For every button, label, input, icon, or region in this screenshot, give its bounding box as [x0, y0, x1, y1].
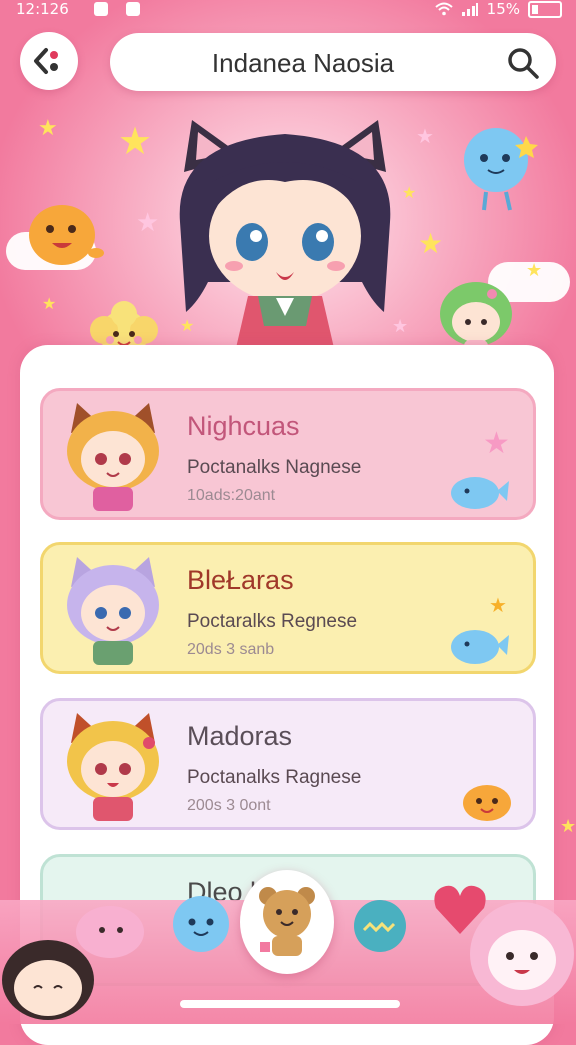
flower-creature-icon [470, 902, 574, 1006]
star-icon: ★ [489, 593, 507, 617]
star-icon: ★ [38, 116, 58, 141]
star-icon: ★ [526, 260, 543, 281]
item-subtitle: Poctanalks Ragnese [187, 767, 362, 788]
item-subtitle: Poctaralks Regnese [187, 611, 358, 632]
avatar [67, 403, 159, 511]
bear-mascot-icon [259, 887, 315, 956]
item-meta: 10ads:20ant [187, 487, 276, 504]
blue-mascot-icon [173, 896, 229, 952]
signal-icon [461, 3, 478, 16]
orange-mascot-icon [463, 785, 511, 821]
item-name: Madoras [187, 721, 293, 751]
search-bar[interactable]: Indanea Naosia [110, 33, 556, 91]
item-subtitle: Poctanalks Nagnese [187, 457, 362, 478]
avatar [67, 713, 159, 821]
teal-mascot-icon [354, 900, 406, 952]
notification-icon [94, 2, 108, 16]
status-time: 12:126 [16, 0, 69, 18]
star-icon: ★ [560, 816, 576, 837]
home-indicator[interactable] [180, 1000, 400, 1008]
avatar [67, 557, 159, 665]
list-item[interactable]: BleŁaras Poctaralks Regnese 20ds 3 sanb … [40, 542, 536, 674]
whale-icon [451, 630, 509, 664]
search-icon[interactable] [506, 46, 540, 80]
star-icon: ★ [402, 183, 417, 202]
notification-icon [126, 2, 140, 16]
item-name: BleŁaras [187, 565, 294, 595]
status-bar: 12:126 15% [0, 0, 576, 22]
status-right: 15% [434, 0, 562, 18]
star-icon: ★ [483, 426, 510, 461]
back-button[interactable] [20, 32, 78, 90]
item-meta: 200s 3 0ont [187, 797, 271, 814]
star-icon: ★ [42, 294, 57, 313]
blue-mascot-icon [464, 128, 538, 211]
item-meta: 20ds 3 sanb [187, 641, 275, 658]
star-icon: ★ [118, 119, 153, 163]
main-character-illustration [179, 120, 391, 373]
battery-percent: 15% [486, 0, 520, 18]
brown-hair-chibi-icon [2, 906, 144, 1020]
list-item[interactable]: Nighcuas Poctanalks Nagnese 10ads:20ant … [40, 388, 536, 520]
list-item[interactable]: Madoras Poctanalks Ragnese 200s 3 0ont [40, 698, 536, 830]
orange-mascot-icon [29, 205, 104, 265]
star-icon: ★ [418, 227, 444, 260]
back-arrow-icon [34, 48, 58, 74]
item-name: Nighcuas [187, 411, 300, 441]
star-icon: ★ [416, 124, 434, 148]
wifi-icon [434, 2, 453, 16]
center-action-button[interactable] [240, 870, 334, 974]
page-title: Indanea Naosia [211, 48, 395, 78]
battery-icon [528, 0, 562, 18]
star-icon: ★ [136, 208, 160, 238]
whale-icon [451, 477, 509, 509]
